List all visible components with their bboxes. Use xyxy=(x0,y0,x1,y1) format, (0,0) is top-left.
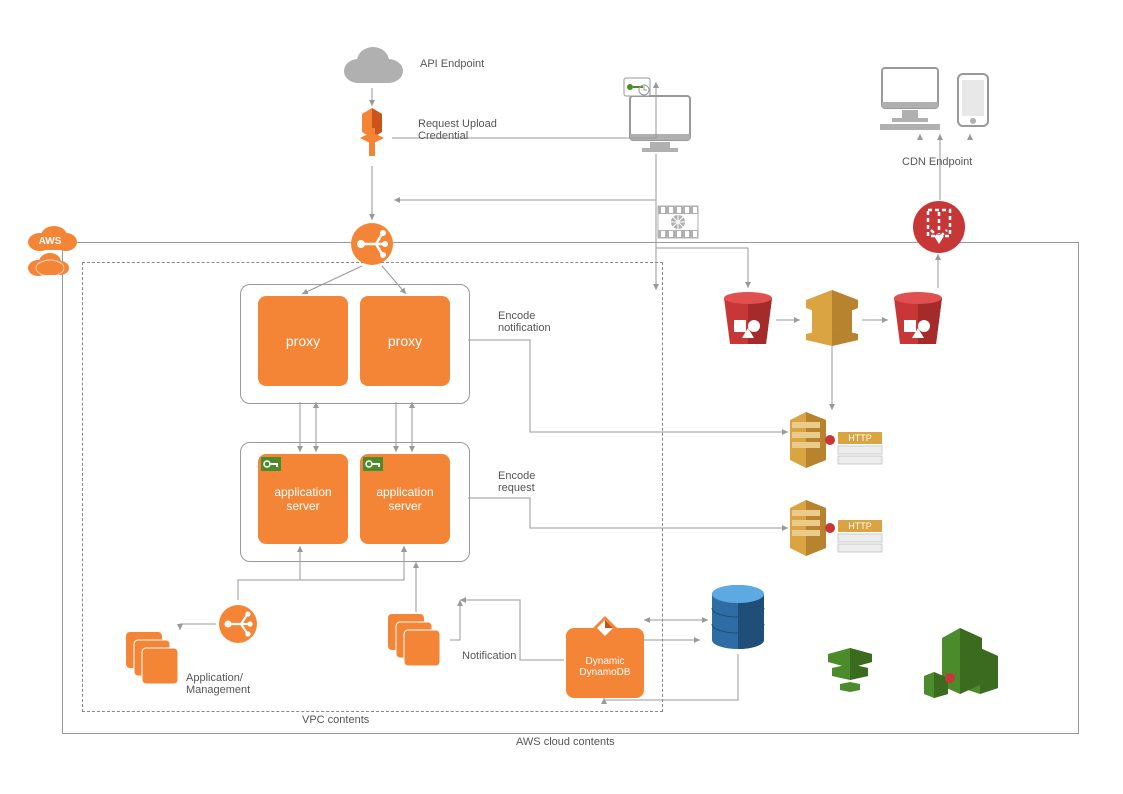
aws-contents-label: AWS cloud contents xyxy=(516,736,615,748)
request-upload-label: Request Upload Credential xyxy=(418,118,497,142)
notification-label: Notification xyxy=(462,650,516,662)
api-endpoint-label: API Endpoint xyxy=(420,58,484,70)
encode-notification-label: Encode notification xyxy=(498,310,551,334)
connectors xyxy=(0,0,1123,794)
app-mgmt-label: Application/ Management xyxy=(186,672,250,696)
encode-request-label: Encode request xyxy=(498,470,535,494)
cdn-endpoint-label: CDN Endpoint xyxy=(902,156,972,168)
vpc-contents-label: VPC contents xyxy=(302,714,369,726)
